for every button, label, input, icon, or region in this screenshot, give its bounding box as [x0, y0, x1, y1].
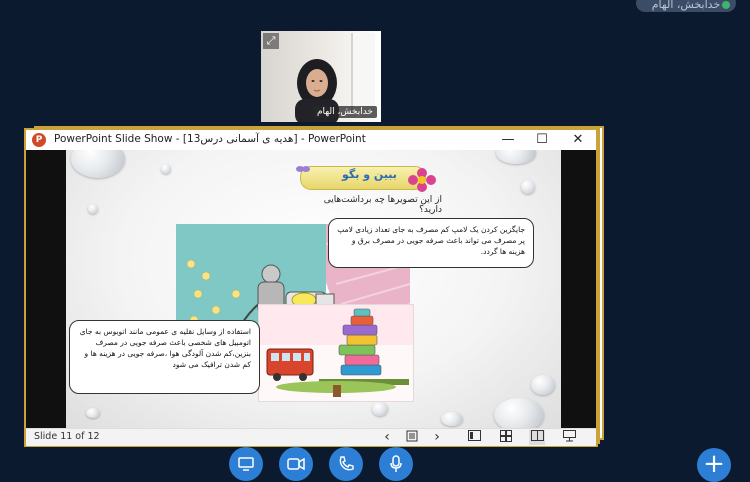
- camera-icon: [287, 458, 305, 470]
- camera-button[interactable]: [279, 447, 313, 481]
- callout-energy-saving: جایگزین کردن یک لامپ کم مصرف به جای تعدا…: [328, 218, 534, 268]
- participant-name: خدابخش، الهام: [651, 0, 721, 11]
- video-participant-name: خدابخش، الهام: [312, 106, 377, 118]
- video-window-light: [351, 33, 375, 113]
- water-drop: [441, 412, 463, 426]
- slide-heading: ببین و بگو: [342, 168, 397, 181]
- water-drop: [494, 398, 544, 428]
- water-drop: [372, 402, 388, 416]
- water-drop: [521, 180, 535, 194]
- water-drop: [161, 164, 171, 174]
- callout-public-transport: استفاده از وسایل نقلیه ی عمومی مانند اتو…: [69, 320, 260, 394]
- butterfly-icon: [296, 166, 310, 172]
- call-button[interactable]: [329, 447, 363, 481]
- slide-viewport: ببین و بگو از این تصویرها چه برداشت‌هایی…: [26, 150, 596, 428]
- previous-slide-icon[interactable]: ‹: [379, 430, 395, 445]
- microphone-button[interactable]: [379, 447, 413, 481]
- flower-icon: [408, 168, 436, 192]
- next-slide-icon[interactable]: ›: [429, 430, 445, 445]
- powerpoint-icon: P: [32, 133, 46, 147]
- slideshow-statusbar: Slide 11 of 12 ‹ ›: [26, 428, 596, 446]
- water-drop: [86, 408, 100, 418]
- phone-icon: [339, 456, 354, 471]
- minimize-button[interactable]: —: [491, 130, 525, 150]
- plus-icon: +: [703, 449, 725, 479]
- reading-view-icon[interactable]: [529, 430, 545, 445]
- water-drop: [71, 150, 125, 178]
- slide-sorter-icon[interactable]: [498, 430, 514, 445]
- slide-question: از این تصویرها چه برداشت‌هایی دارید؟: [323, 195, 442, 215]
- water-drop: [496, 150, 536, 164]
- webcam-video-tile[interactable]: ⤢ خدابخش، الهام: [261, 31, 381, 122]
- slide-menu-icon[interactable]: [404, 430, 420, 445]
- normal-view-icon[interactable]: [466, 430, 482, 445]
- expand-icon[interactable]: ⤢: [263, 33, 279, 49]
- online-status-icon: [722, 1, 730, 9]
- water-drop: [531, 375, 555, 395]
- screen-share-icon: [238, 457, 254, 471]
- participant-name-tag: خدابخش، الهام: [636, 0, 736, 12]
- window-title: PowerPoint Slide Show - [هدیه ی آسمانی د…: [54, 133, 366, 145]
- slideshow-window[interactable]: P PowerPoint Slide Show - [هدیه ی آسمانی…: [24, 128, 598, 447]
- slideshow-view-icon[interactable]: [561, 430, 577, 445]
- water-drop: [88, 204, 98, 214]
- close-button[interactable]: ✕: [561, 130, 595, 150]
- microphone-icon: [390, 455, 402, 472]
- add-button[interactable]: +: [697, 448, 731, 482]
- public-transport-illustration: [258, 304, 414, 402]
- slide-counter: Slide 11 of 12: [34, 431, 100, 442]
- screen-share-button[interactable]: [229, 447, 263, 481]
- maximize-button[interactable]: ☐: [525, 130, 559, 150]
- slide[interactable]: ببین و بگو از این تصویرها چه برداشت‌هایی…: [66, 150, 561, 428]
- window-titlebar[interactable]: P PowerPoint Slide Show - [هدیه ی آسمانی…: [26, 130, 596, 150]
